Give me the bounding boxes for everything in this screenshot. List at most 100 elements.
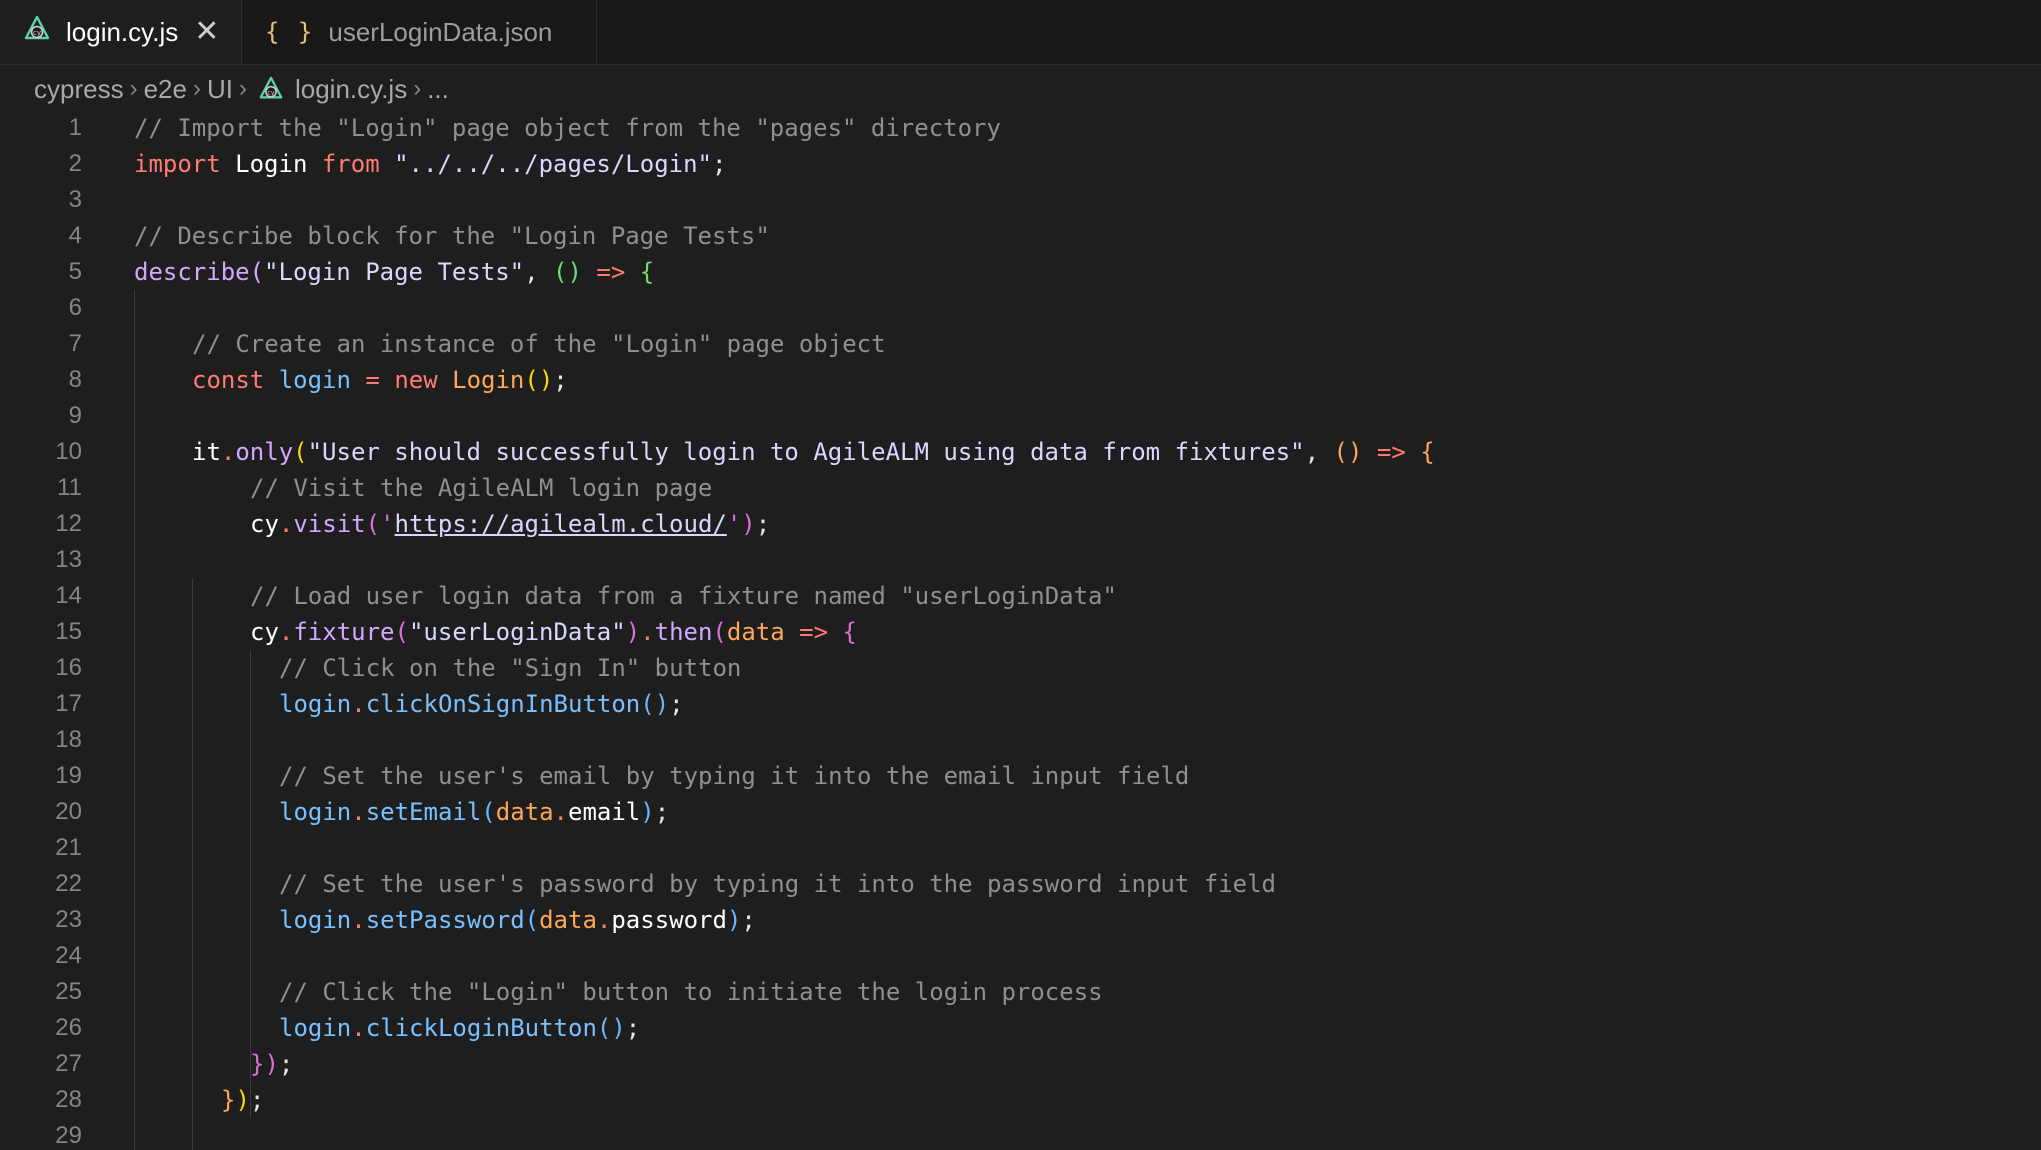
tab-userlogindata-json[interactable]: { } userLoginData.json: [243, 0, 597, 64]
line-number: 3: [68, 186, 82, 213]
code-keyword: from: [321, 150, 380, 178]
breadcrumb-item-symbols[interactable]: ...: [427, 74, 449, 105]
line-number: 6: [68, 294, 82, 321]
line-number: 20: [55, 798, 82, 825]
code-punct: ;: [553, 366, 568, 394]
code-string: "Login Page Tests": [264, 258, 525, 286]
code-punct: ;: [712, 150, 727, 178]
code-punct: ,: [1304, 438, 1334, 466]
code-variable: login: [279, 1014, 352, 1042]
code-function: fixture: [293, 618, 395, 646]
line-number: 25: [55, 978, 82, 1005]
tab-label: userLoginData.json: [328, 16, 553, 47]
code-editor[interactable]: 1 // Import the "Login" page object from…: [0, 110, 2041, 1150]
line-number: 9: [68, 402, 82, 429]
line-number: 5: [68, 258, 82, 285]
code-identifier: Login: [220, 150, 322, 178]
code-string: "User should successfully login to Agile…: [307, 438, 1305, 466]
editor-tab-bar: cy login.cy.js ✕ { } userLoginData.json: [0, 0, 2041, 65]
code-bracket: (): [596, 1014, 626, 1042]
code-variable: login: [279, 690, 352, 718]
line-number: 29: [55, 1122, 82, 1149]
tab-login-cy-js[interactable]: cy login.cy.js ✕: [0, 0, 242, 64]
code-line: 4 // Describe block for the "Login Page …: [0, 218, 2041, 254]
code-function: then: [654, 618, 713, 646]
breadcrumb-item-file[interactable]: login.cy.js: [295, 74, 407, 105]
cypress-icon: cy: [22, 14, 52, 51]
code-bracket: (): [524, 366, 554, 394]
line-number: 27: [55, 1050, 82, 1077]
code-bracket: {: [1420, 438, 1435, 466]
breadcrumb-item-e2e[interactable]: e2e: [144, 74, 187, 105]
code-bracket: (: [293, 438, 308, 466]
code-bracket: ): [625, 618, 641, 646]
code-bracket: ): [264, 1050, 279, 1078]
line-number: 26: [55, 1014, 82, 1041]
code-line: 17 login.clickOnSignInButton();: [0, 686, 2041, 722]
code-comment: // Set the user's password by typing it …: [279, 870, 1276, 898]
code-punct: ,: [524, 258, 554, 286]
code-url-link[interactable]: https://agilealm.cloud/: [395, 510, 727, 538]
code-bracket: (: [524, 906, 540, 934]
code-punct: .: [351, 798, 366, 826]
code-identifier: cy: [250, 618, 279, 646]
code-line: 14 // Load user login data from a fixtur…: [0, 578, 2041, 614]
line-number: 8: [68, 366, 82, 393]
tab-label: login.cy.js: [66, 16, 179, 47]
code-line: 26 login.clickLoginButton();: [0, 1010, 2041, 1046]
code-method: clickOnSignInButton: [365, 690, 641, 718]
chevron-right-icon: ›: [129, 75, 138, 102]
svg-text:cy: cy: [267, 89, 275, 97]
breadcrumb-item-cypress[interactable]: cypress: [34, 74, 124, 105]
code-line: 23 login.setPassword(data.password);: [0, 902, 2041, 938]
code-keyword: const: [192, 366, 265, 394]
code-string: "../../../pages/Login": [379, 150, 712, 178]
code-bracket: (: [394, 618, 409, 646]
code-parameter: data: [726, 618, 785, 646]
code-punct: .: [553, 798, 568, 826]
code-line: 25 // Click the "Login" button to initia…: [0, 974, 2041, 1010]
code-bracket: ): [726, 906, 742, 934]
code-line: 6: [0, 290, 2041, 326]
code-bracket: (: [481, 798, 496, 826]
breadcrumb-item-ui[interactable]: UI: [207, 74, 233, 105]
code-line: 1 // Import the "Login" page object from…: [0, 110, 2041, 146]
code-line: 16 // Click on the "Sign In" button: [0, 650, 2041, 686]
code-line: 9: [0, 398, 2041, 434]
code-punct: .: [640, 618, 655, 646]
code-bracket: }: [250, 1050, 265, 1078]
line-number: 17: [55, 690, 82, 717]
code-variable: login: [264, 366, 366, 394]
json-braces-icon: { }: [265, 18, 315, 46]
line-number: 14: [55, 582, 82, 609]
line-number: 19: [55, 762, 82, 789]
close-icon[interactable]: ✕: [194, 17, 219, 47]
code-punct: .: [351, 690, 366, 718]
code-line: 20 login.setEmail(data.email);: [0, 794, 2041, 830]
code-line: 24: [0, 938, 2041, 974]
code-line: 18: [0, 722, 2041, 758]
code-line: 8 const login = new Login();: [0, 362, 2041, 398]
code-punct: .: [351, 1014, 366, 1042]
code-bracket: (): [1333, 438, 1363, 466]
code-comment: // Create an instance of the "Login" pag…: [192, 330, 886, 358]
code-function: describe: [134, 258, 250, 286]
code-bracket: (): [553, 258, 582, 286]
code-bracket: (: [249, 258, 265, 286]
code-punct: ;: [741, 906, 756, 934]
code-method: clickLoginButton: [365, 1014, 597, 1042]
code-bracket: (): [640, 690, 670, 718]
code-bracket: ): [235, 1086, 250, 1114]
code-bracket: (': [365, 510, 395, 538]
code-property: password: [611, 906, 727, 934]
cypress-icon: cy: [257, 75, 285, 103]
code-comment: // Describe block for the "Login Page Te…: [134, 222, 770, 250]
code-line: 29: [0, 1118, 2041, 1150]
code-bracket: '): [726, 510, 756, 538]
line-number: 10: [55, 438, 82, 465]
code-keyword: import: [134, 150, 221, 178]
line-number: 1: [68, 114, 82, 141]
line-number: 24: [55, 942, 82, 969]
code-line: 3: [0, 182, 2041, 218]
code-line: 11 // Visit the AgileALM login page: [0, 470, 2041, 506]
